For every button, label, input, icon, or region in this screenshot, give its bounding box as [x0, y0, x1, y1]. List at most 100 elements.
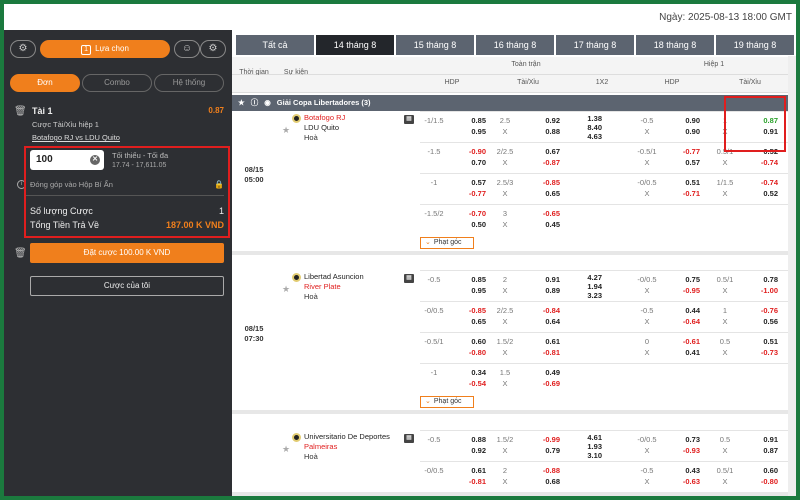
tab-aug-15[interactable]: 15 tháng 8	[396, 35, 474, 55]
odds-value[interactable]: 0.34	[450, 367, 486, 378]
odds-value[interactable]: -0.73	[742, 347, 778, 358]
tab-system[interactable]: Hệ thống	[154, 74, 224, 92]
tab-all[interactable]: Tất cả	[236, 35, 314, 55]
settings-gear-icon[interactable]: ⚙	[10, 40, 36, 58]
odds-value[interactable]: -0.85	[524, 177, 560, 188]
odds-value[interactable]: 0.67	[524, 146, 560, 157]
odds-value[interactable]: 0.57	[664, 157, 700, 168]
odds-value[interactable]: 0.75	[664, 274, 700, 285]
odds-value[interactable]: 0.73	[664, 434, 700, 445]
corner-toggle[interactable]: ⌄ Phạt góc	[420, 396, 474, 408]
user-icon[interactable]: ☺	[174, 40, 200, 58]
star-icon[interactable]: ★	[238, 98, 245, 107]
bet-match-link[interactable]: Botafogo RJ vs LDU Quito	[32, 133, 120, 142]
odds-value[interactable]: -0.81	[450, 476, 486, 487]
odds-value[interactable]: 0.56	[742, 316, 778, 327]
odds-value[interactable]: -0.85	[450, 305, 486, 316]
odds-value[interactable]: 0.91	[742, 434, 778, 445]
odds-value[interactable]: 0.64	[524, 316, 560, 327]
odds-value[interactable]: -0.64	[664, 316, 700, 327]
my-bets-button[interactable]: Cược của tôi	[30, 276, 224, 296]
stats-icon[interactable]: ▦	[404, 274, 414, 283]
tab-aug-19[interactable]: 19 tháng 8	[716, 35, 794, 55]
odds-value[interactable]: -0.65	[524, 208, 560, 219]
odds-value[interactable]: 0.78	[742, 274, 778, 285]
clear-all-icon[interactable]: 🗑	[14, 248, 27, 259]
odds-value[interactable]: -0.95	[664, 285, 700, 296]
preferences-gear-icon[interactable]: ⚙	[200, 40, 226, 58]
odds-value[interactable]: 0.68	[524, 476, 560, 487]
odds-value[interactable]: 0.60	[742, 465, 778, 476]
odds-value[interactable]: 0.51	[742, 336, 778, 347]
odds-value[interactable]: -0.69	[524, 378, 560, 389]
tab-aug-17[interactable]: 17 tháng 8	[556, 35, 634, 55]
odds-value[interactable]: -0.76	[742, 305, 778, 316]
odds-value[interactable]: 0.50	[450, 219, 486, 230]
favorite-star-icon[interactable]: ★	[282, 284, 290, 295]
odds-value[interactable]: 3.10	[566, 450, 602, 461]
odds-value[interactable]: -0.74	[742, 157, 778, 168]
odds-value[interactable]: -0.70	[450, 208, 486, 219]
odds-value[interactable]: 0.45	[524, 219, 560, 230]
odds-value[interactable]: -0.99	[524, 434, 560, 445]
odds-value[interactable]: -0.87	[524, 157, 560, 168]
tab-aug-16[interactable]: 16 tháng 8	[476, 35, 554, 55]
odds-value[interactable]: -0.54	[450, 378, 486, 389]
odds-value[interactable]: 0.92	[524, 115, 560, 126]
odds-value[interactable]: 0.85	[450, 115, 486, 126]
corner-toggle[interactable]: ⌄ Phạt góc	[420, 237, 474, 249]
odds-value[interactable]: 0.92	[450, 445, 486, 456]
odds-value[interactable]: 0.65	[450, 316, 486, 327]
stats-icon[interactable]: ▦	[404, 115, 414, 124]
odds-value[interactable]: -0.61	[664, 336, 700, 347]
favorite-star-icon[interactable]: ★	[282, 125, 290, 136]
tab-aug-14[interactable]: 14 tháng 8	[316, 35, 394, 55]
odds-value[interactable]: -0.80	[450, 347, 486, 358]
favorite-star-icon[interactable]: ★	[282, 444, 290, 455]
odds-value[interactable]: -0.84	[524, 305, 560, 316]
odds-value[interactable]: 0.95	[450, 285, 486, 296]
odds-value[interactable]: -0.81	[524, 347, 560, 358]
selection-button[interactable]: 1 Lựa chọn	[40, 40, 170, 58]
odds-value[interactable]: -0.77	[450, 188, 486, 199]
odds-value[interactable]: 0.65	[524, 188, 560, 199]
odds-value[interactable]: -0.80	[742, 476, 778, 487]
odds-value[interactable]: -0.88	[524, 465, 560, 476]
odds-value[interactable]: 3.23	[566, 290, 602, 301]
stats-icon[interactable]: ▦	[404, 434, 414, 443]
tab-aug-18[interactable]: 18 tháng 8	[636, 35, 714, 55]
odds-value[interactable]: 0.60	[450, 336, 486, 347]
odds-value[interactable]: 0.57	[450, 177, 486, 188]
odds-value[interactable]: 0.70	[450, 157, 486, 168]
odds-value[interactable]: 0.49	[524, 367, 560, 378]
odds-value[interactable]: 0.79	[524, 445, 560, 456]
delete-bet-icon[interactable]: 🗑	[14, 106, 27, 117]
odds-value[interactable]: -0.63	[664, 476, 700, 487]
odds-value[interactable]: -0.71	[664, 188, 700, 199]
odds-value[interactable]: 0.87	[742, 445, 778, 456]
odds-value[interactable]: 0.89	[524, 285, 560, 296]
odds-value[interactable]: 0.41	[664, 347, 700, 358]
odds-value[interactable]: 0.52	[742, 188, 778, 199]
odds-value[interactable]: 0.88	[450, 434, 486, 445]
place-bet-button[interactable]: Đặt cược 100.00 K VND	[30, 243, 224, 263]
odds-value[interactable]: 0.51	[664, 177, 700, 188]
tab-combo[interactable]: Combo	[82, 74, 152, 92]
odds-value[interactable]: -0.77	[664, 146, 700, 157]
odds-value[interactable]: 0.61	[450, 465, 486, 476]
odds-value[interactable]: -1.00	[742, 285, 778, 296]
odds-value[interactable]: 4.63	[566, 131, 602, 142]
odds-value[interactable]: 0.95	[450, 126, 486, 137]
odds-value[interactable]: 0.88	[524, 126, 560, 137]
odds-value[interactable]: 0.61	[524, 336, 560, 347]
scrollbar[interactable]	[788, 56, 796, 496]
odds-value[interactable]: 0.44	[664, 305, 700, 316]
odds-value[interactable]: -0.74	[742, 177, 778, 188]
odds-value[interactable]: -0.90	[450, 146, 486, 157]
odds-value[interactable]: 0.43	[664, 465, 700, 476]
odds-value[interactable]: 0.91	[524, 274, 560, 285]
odds-value[interactable]: 0.90	[664, 115, 700, 126]
odds-value[interactable]: 0.90	[664, 126, 700, 137]
league-header[interactable]: ★ ⓘ ◉ Giải Copa Libertadores (3)	[232, 95, 796, 111]
odds-value[interactable]: 0.85	[450, 274, 486, 285]
